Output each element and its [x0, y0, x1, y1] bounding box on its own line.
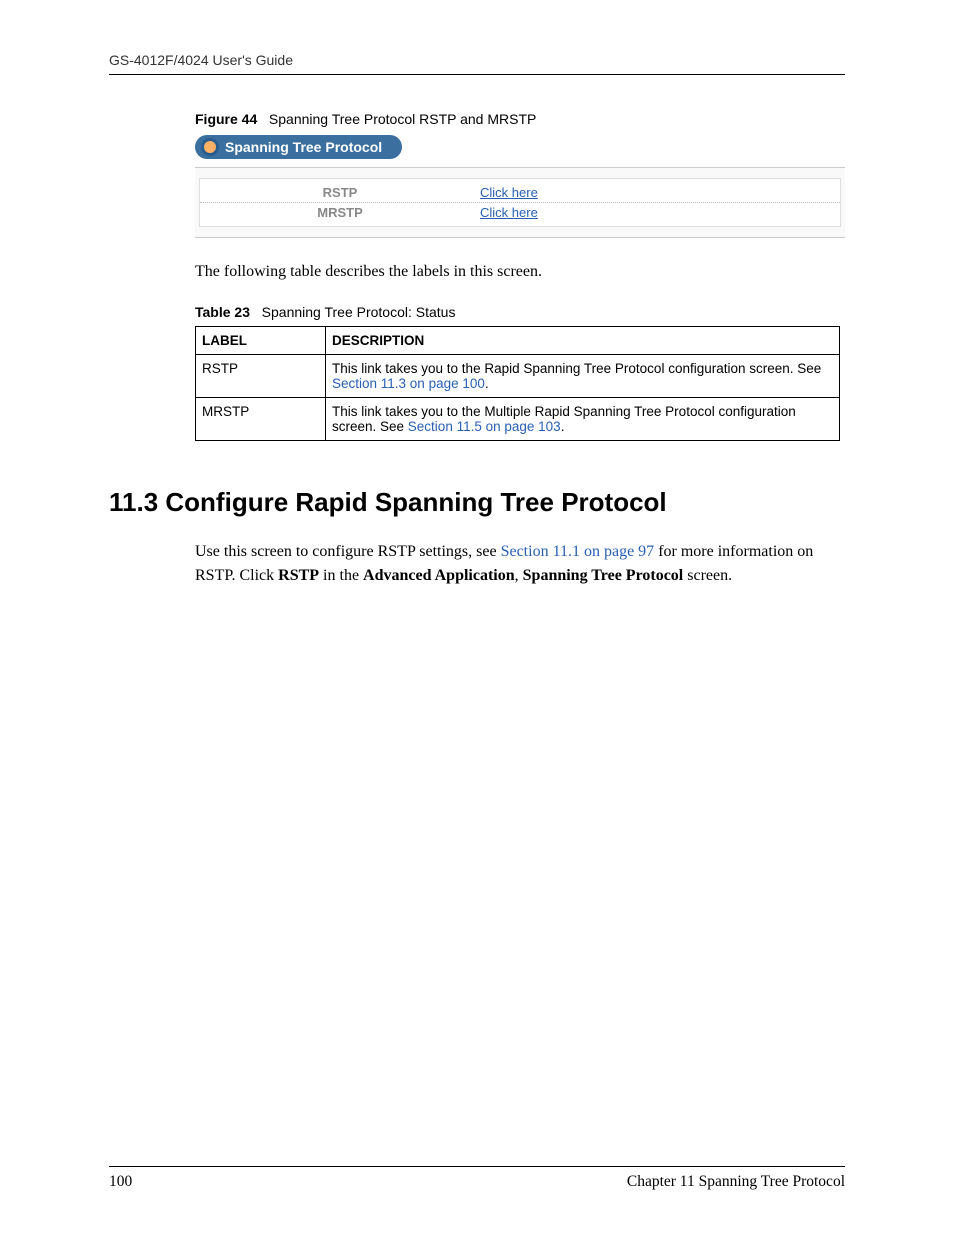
table-row: RSTP This link takes you to the Rapid Sp… — [196, 355, 840, 398]
page-footer: 100 Chapter 11 Spanning Tree Protocol — [109, 1166, 845, 1191]
figure-label: Figure 44 — [195, 111, 257, 127]
table-cell-desc: This link takes you to the Rapid Spannin… — [326, 355, 840, 398]
panel-row-mrstp-link[interactable]: Click here — [480, 205, 538, 220]
description-table: LABEL DESCRIPTION RSTP This link takes y… — [195, 326, 840, 441]
figure-caption: Figure 44 Spanning Tree Protocol RSTP an… — [195, 111, 845, 127]
screenshot-panel: Spanning Tree Protocol RSTP Click here M… — [195, 135, 845, 238]
figure-caption-text: Spanning Tree Protocol RSTP and MRSTP — [269, 111, 536, 127]
header-guide-title: GS-4012F/4024 User's Guide — [109, 52, 845, 68]
table-cell-label: RSTP — [196, 355, 326, 398]
table-cell-desc: This link takes you to the Multiple Rapi… — [326, 398, 840, 441]
table-header-description: DESCRIPTION — [326, 327, 840, 355]
panel-title-text: Spanning Tree Protocol — [225, 135, 382, 159]
desc-text-pre: This link takes you to the Rapid Spannin… — [332, 361, 821, 376]
p1-pre: Use this screen to configure RSTP settin… — [195, 543, 501, 560]
p1-end: screen. — [683, 567, 732, 584]
p1-bold-stp: Spanning Tree Protocol — [523, 567, 684, 584]
desc-link[interactable]: Section 11.3 on page 100 — [332, 376, 485, 391]
panel-row-rstp: RSTP Click here — [200, 183, 840, 203]
panel-row-rstp-label: RSTP — [200, 185, 480, 200]
panel-title-pill: Spanning Tree Protocol — [195, 135, 402, 159]
panel-bullet-icon — [201, 138, 219, 156]
section-paragraph: Use this screen to configure RSTP settin… — [195, 540, 845, 588]
panel-row-rstp-link[interactable]: Click here — [480, 185, 538, 200]
table-cell-label: MRSTP — [196, 398, 326, 441]
p1-link[interactable]: Section 11.1 on page 97 — [501, 543, 655, 560]
panel-row-mrstp-label: MRSTP — [200, 205, 480, 220]
table-header-label: LABEL — [196, 327, 326, 355]
p1-comma: , — [515, 567, 523, 584]
footer-page-number: 100 — [109, 1173, 132, 1191]
intro-text: The following table describes the labels… — [195, 260, 845, 284]
desc-text-post: . — [561, 419, 565, 434]
p1-bold-advapp: Advanced Application — [363, 567, 515, 584]
desc-text-post: . — [485, 376, 489, 391]
section-heading: 11.3 Configure Rapid Spanning Tree Proto… — [109, 487, 845, 518]
footer-rule — [109, 1166, 845, 1167]
panel-row-mrstp: MRSTP Click here — [200, 203, 840, 222]
header-rule — [109, 74, 845, 75]
table-label: Table 23 — [195, 304, 250, 320]
table-caption: Table 23 Spanning Tree Protocol: Status — [195, 304, 845, 320]
table-caption-text: Spanning Tree Protocol: Status — [262, 304, 456, 320]
footer-chapter: Chapter 11 Spanning Tree Protocol — [627, 1173, 845, 1191]
desc-link[interactable]: Section 11.5 on page 103 — [408, 419, 561, 434]
p1-mid2: in the — [319, 567, 363, 584]
table-row: MRSTP This link takes you to the Multipl… — [196, 398, 840, 441]
p1-bold-rstp: RSTP — [278, 567, 319, 584]
